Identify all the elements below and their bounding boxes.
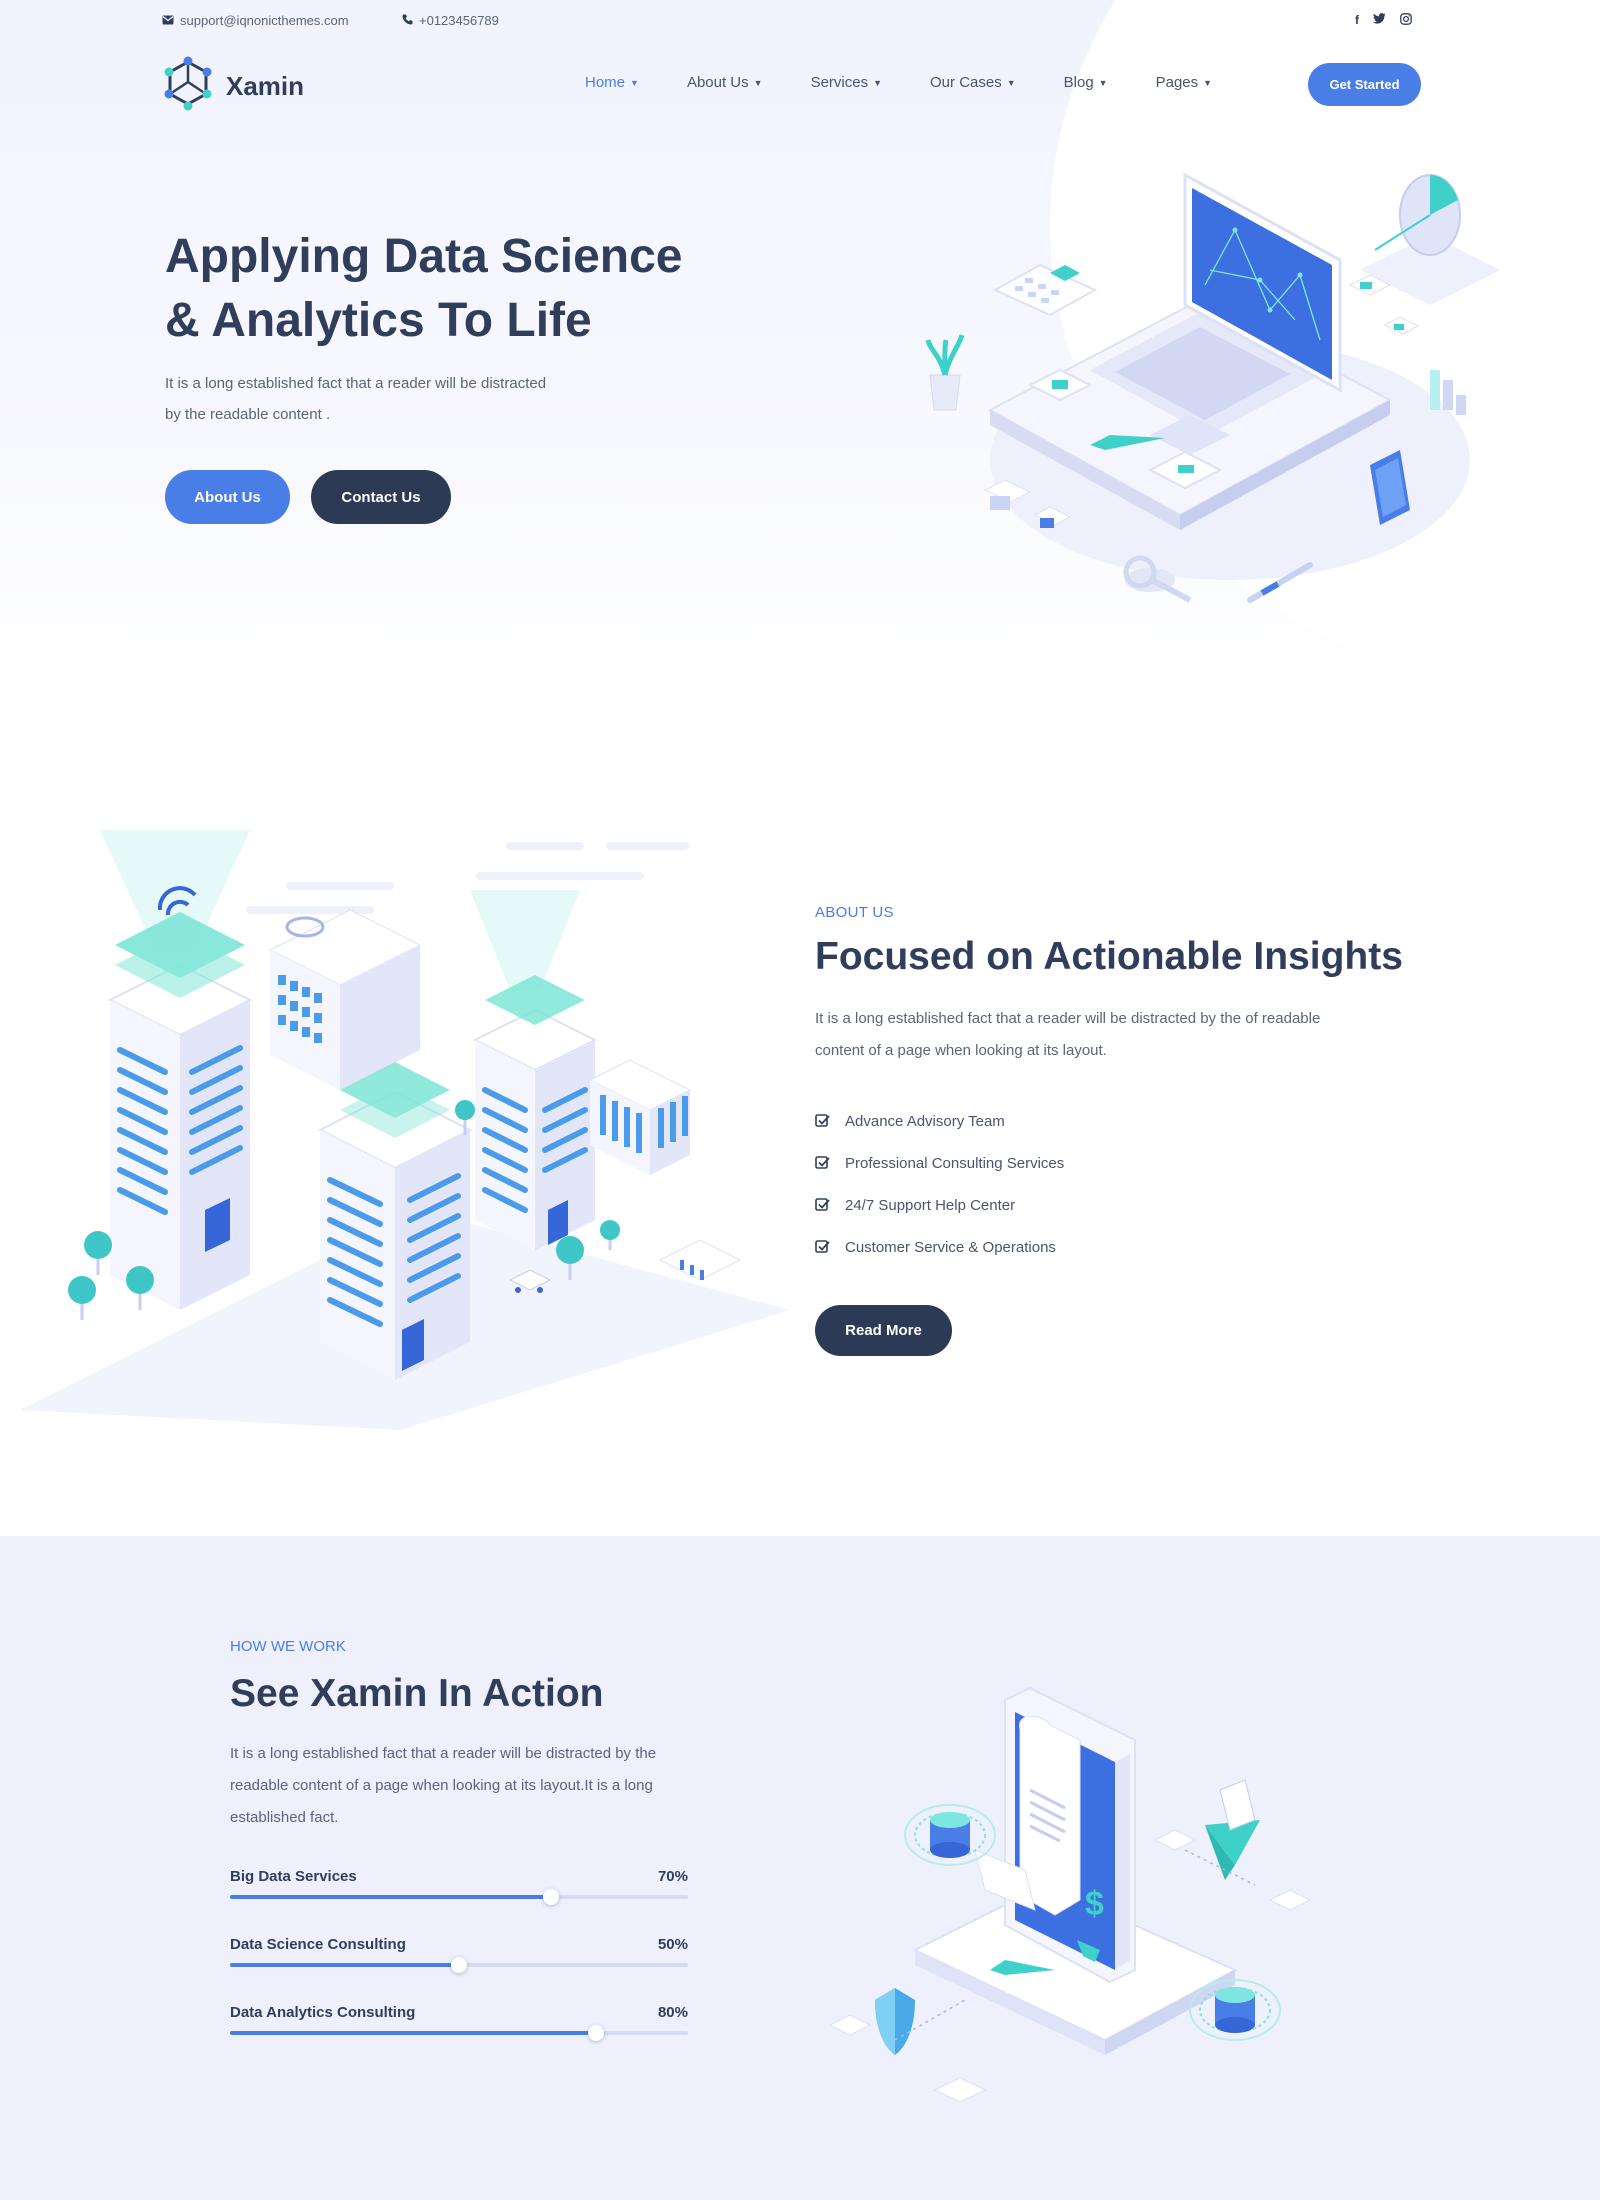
nav-item-blog[interactable]: Blog ▼	[1064, 74, 1108, 91]
how-description: It is a long established fact that a rea…	[230, 1745, 657, 1826]
feature-label: Professional Consulting Services	[845, 1154, 1065, 1172]
nav-item-about-us[interactable]: About Us ▼	[687, 74, 763, 91]
progress-track	[230, 2025, 688, 2041]
feature-label: 24/7 Support Help Center	[845, 1196, 1016, 1214]
progress-track	[230, 1889, 688, 1905]
contact-email-text: support@iqnonicthemes.com	[180, 13, 349, 28]
about-us-button[interactable]: About Us	[165, 470, 290, 524]
hero-title: Applying Data Science & Analytics To Lif…	[165, 225, 725, 353]
progress-label: Data Analytics Consulting	[230, 2004, 416, 2021]
hero-title-line-1: Applying Data Science	[165, 230, 683, 283]
nav-item-label: Our Cases	[930, 74, 1002, 91]
nav-item-label: Pages	[1155, 74, 1199, 91]
instagram-icon[interactable]	[1400, 13, 1412, 28]
brand-name: Xamin	[226, 71, 305, 101]
about-title: Focused on Actionable Insights	[815, 935, 1403, 978]
chevron-down-icon: ▼	[1098, 77, 1108, 88]
about-description: It is a long established fact that a rea…	[815, 1010, 1321, 1059]
twitter-icon[interactable]	[1373, 13, 1386, 28]
progress-label: Big Data Services	[230, 1868, 357, 1885]
list-item: Professional Consulting Services	[815, 1142, 1064, 1184]
checkbox-check-icon	[815, 1155, 831, 1171]
smart-city-illustration	[20, 830, 790, 1430]
contact-email[interactable]: support@iqnonicthemes.com	[162, 13, 349, 28]
hero-description: It is a long established fact that a rea…	[165, 375, 547, 423]
facebook-icon[interactable]: f	[1355, 13, 1359, 28]
nav-item-home[interactable]: Home ▼	[585, 74, 639, 91]
progress-percent: 50%	[657, 1936, 688, 1953]
chevron-down-icon: ▼	[1006, 77, 1016, 88]
how-title: See Xamin In Action	[230, 1672, 604, 1715]
progress-label: Data Science Consulting	[230, 1936, 406, 1953]
chevron-down-icon: ▼	[630, 77, 639, 88]
chevron-down-icon: ▼	[1203, 77, 1213, 88]
section-tag-how: HOW WE WORK	[230, 1638, 346, 1655]
progress-fill	[230, 1895, 551, 1899]
read-more-button[interactable]: Read More	[815, 1305, 952, 1356]
nav-item-label: About Us	[686, 74, 749, 91]
feature-label: Advance Advisory Team	[845, 1112, 1005, 1130]
progress-percent: 70%	[657, 1868, 688, 1885]
progress-percent: 80%	[657, 2004, 688, 2021]
progress-bar-big-data: Big Data Services 70%	[230, 1868, 688, 1908]
chevron-down-icon: ▼	[753, 77, 763, 88]
progress-knob	[542, 1889, 559, 1905]
nav-item-label: Home	[585, 74, 626, 91]
social-links: f	[1355, 13, 1412, 28]
feature-checklist: Advance Advisory Team Professional Consu…	[815, 1100, 1064, 1268]
envelope-icon	[162, 13, 174, 28]
get-started-button[interactable]: Get Started	[1308, 63, 1421, 106]
list-item: 24/7 Support Help Center	[815, 1184, 1064, 1226]
list-item: Advance Advisory Team	[815, 1100, 1064, 1142]
laptop-analytics-illustration	[925, 172, 1500, 603]
mobile-payment-illustration: $	[828, 1686, 1312, 2103]
checkbox-check-icon	[815, 1197, 831, 1213]
section-tag-about: ABOUT US	[815, 904, 894, 921]
progress-fill	[230, 1963, 459, 1967]
contact-phone-text: +0123456789	[419, 13, 499, 28]
brand-logo[interactable]: Xamin	[162, 56, 304, 117]
progress-bar-data-science: Data Science Consulting 50%	[230, 1936, 688, 1976]
nav-item-label: Blog	[1063, 74, 1094, 91]
nav-menu: Home ▼ About Us ▼ Services ▼ Our Cases ▼…	[585, 74, 1260, 91]
phone-icon	[402, 13, 413, 28]
hero-title-line-2: & Analytics To Life	[165, 294, 592, 347]
main-navbar: Xamin Home ▼ About Us ▼ Services ▼ Our C…	[162, 56, 1422, 112]
progress-track	[230, 1957, 688, 1973]
progress-bar-data-analytics: Data Analytics Consulting 80%	[230, 2004, 688, 2044]
nav-item-services[interactable]: Services ▼	[811, 74, 882, 91]
checkbox-check-icon	[815, 1113, 831, 1129]
contact-us-button[interactable]: Contact Us	[311, 470, 451, 524]
list-item: Customer Service & Operations	[815, 1226, 1064, 1268]
checkbox-check-icon	[815, 1239, 831, 1255]
top-bar: support@iqnonicthemes.com +0123456789 f	[162, 13, 1412, 33]
nav-item-our-cases[interactable]: Our Cases ▼	[930, 74, 1016, 91]
nav-item-label: Services	[810, 74, 869, 91]
progress-knob	[451, 1957, 467, 1973]
contact-phone[interactable]: +0123456789	[402, 13, 499, 28]
chevron-down-icon: ▼	[873, 77, 883, 88]
progress-fill	[230, 2031, 597, 2035]
progress-knob	[588, 2025, 605, 2041]
hexagon-network-logo-icon	[162, 56, 214, 117]
feature-label: Customer Service & Operations	[845, 1238, 1056, 1256]
svg-text:$: $	[1085, 1885, 1104, 1923]
nav-item-pages[interactable]: Pages ▼	[1156, 74, 1212, 91]
